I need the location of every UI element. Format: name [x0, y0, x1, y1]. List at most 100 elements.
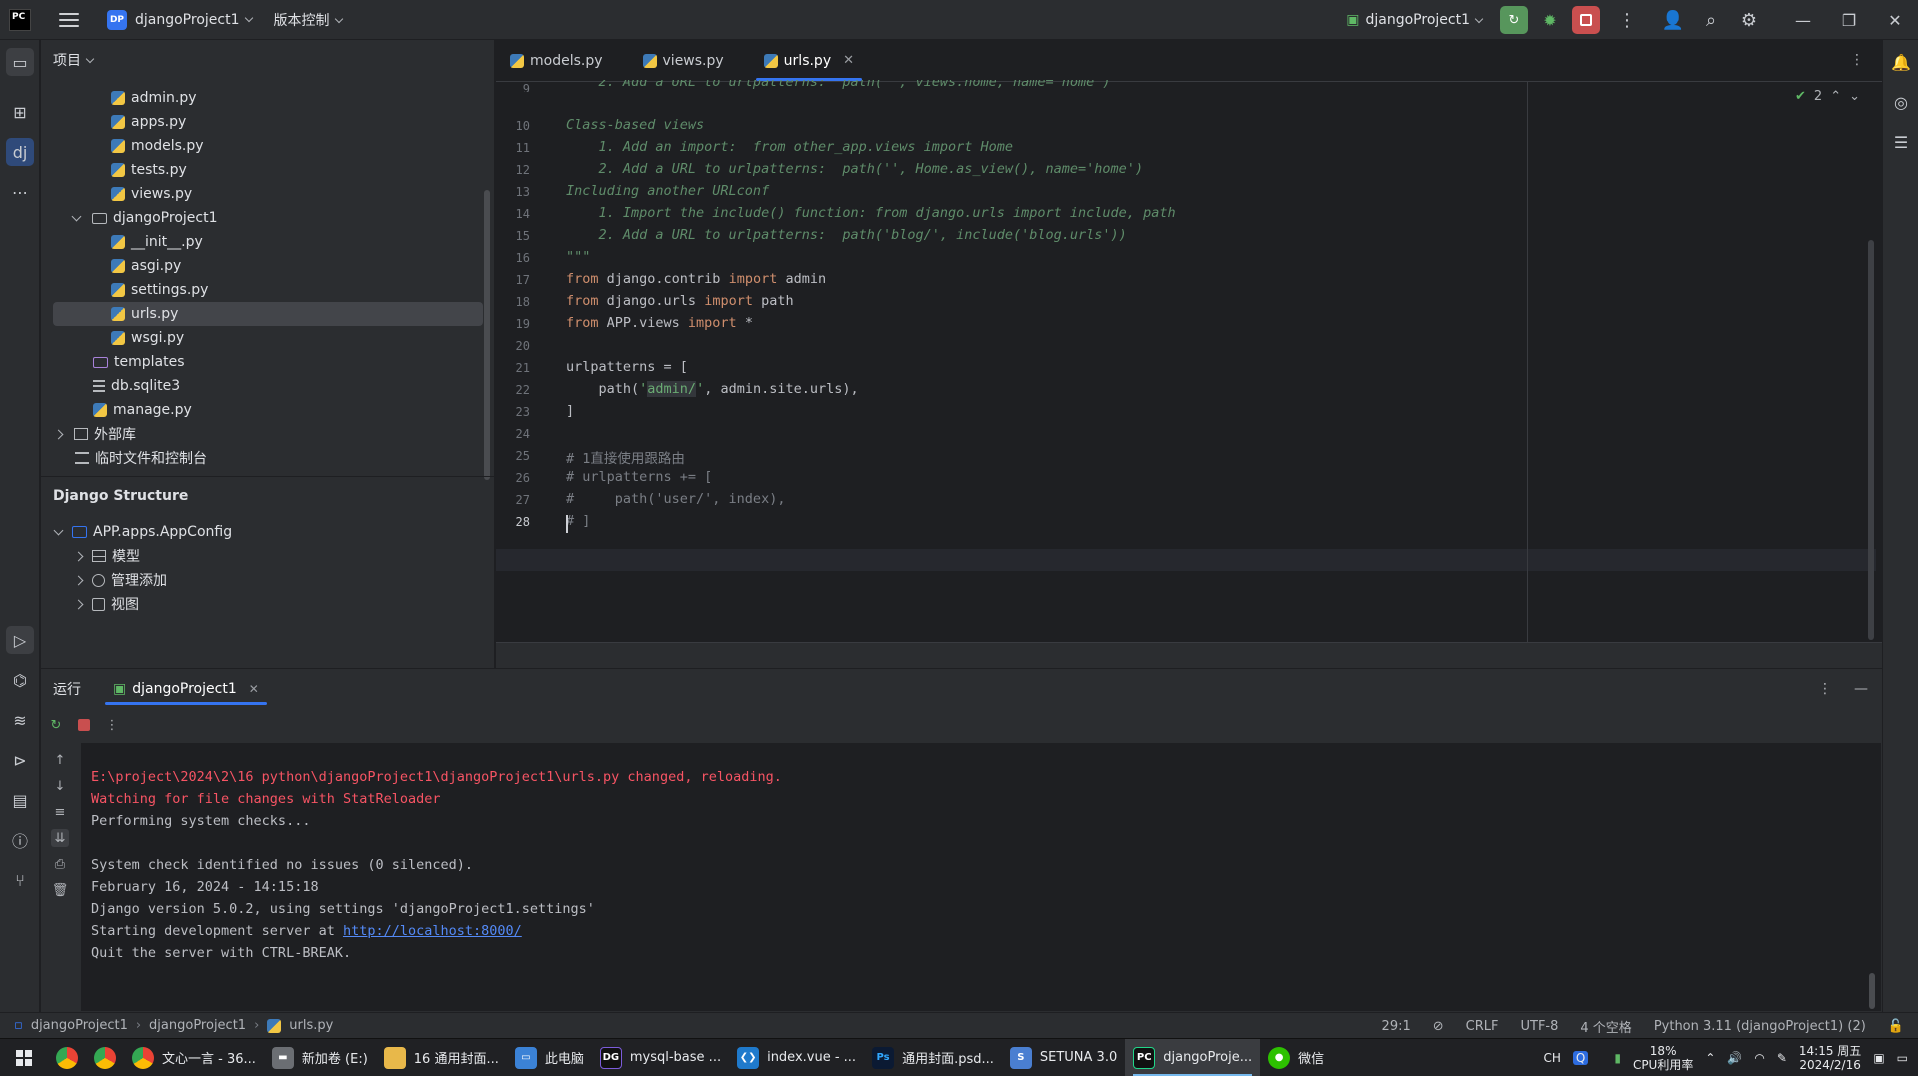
- wifi-icon[interactable]: ◠: [1754, 1051, 1764, 1065]
- cpu-usage[interactable]: 18% CPU利用率: [1633, 1044, 1693, 1072]
- console-scrollbar[interactable]: [1869, 973, 1875, 1009]
- soft-wrap-icon[interactable]: ≡: [51, 803, 69, 821]
- notification-center-icon[interactable]: ▭: [1897, 1051, 1908, 1065]
- tree-scratches[interactable]: 临时文件和控制台: [75, 446, 207, 470]
- inspection-widget[interactable]: ✔ 2 ⌃ ⌄: [1795, 89, 1860, 104]
- tree-file-urls[interactable]: urls.py: [53, 302, 483, 326]
- terminal-icon[interactable]: ▤: [6, 786, 34, 814]
- caret-position[interactable]: 29:1: [1382, 1019, 1411, 1034]
- more-actions-icon[interactable]: ⋮: [103, 716, 121, 734]
- rerun-button[interactable]: ↻: [1500, 6, 1528, 34]
- tree-file-init[interactable]: __init__.py: [111, 230, 203, 254]
- project-selector[interactable]: djangoProject1: [135, 12, 253, 28]
- chevron-up-icon[interactable]: ⌃: [1705, 1051, 1715, 1065]
- run-tool-icon[interactable]: ▷: [6, 626, 34, 654]
- taskbar-item-datagrip[interactable]: DG mysql-base ...: [592, 1039, 729, 1076]
- taskbar-item-vscode[interactable]: ❮❯ index.vue - ...: [729, 1039, 864, 1076]
- taskbar-item-wechat[interactable]: ● 微信: [1260, 1039, 1332, 1076]
- taskbar-item-drive[interactable]: ▬ 新加卷 (E:): [264, 1039, 376, 1076]
- tree-folder-djangoproject1[interactable]: djangoProject1: [71, 206, 218, 230]
- clock[interactable]: 14:15 周五 2024/2/16: [1799, 1044, 1861, 1072]
- print-icon[interactable]: ⎙: [51, 855, 69, 873]
- tree-file-wsgi[interactable]: wsgi.py: [111, 326, 184, 350]
- no-ai-icon[interactable]: ⊘: [1433, 1019, 1444, 1034]
- battery-icon[interactable]: ▮: [1614, 1051, 1621, 1065]
- minimize-panel-icon[interactable]: —: [1854, 681, 1868, 697]
- notifications-icon[interactable]: 🔔: [1887, 48, 1915, 76]
- tree-external-libraries[interactable]: 外部库: [53, 422, 136, 446]
- chevron-down-icon[interactable]: ⌄: [1849, 89, 1860, 104]
- more-options-icon[interactable]: ⋮: [1818, 681, 1832, 697]
- task-view-icon[interactable]: ▣: [1873, 1051, 1884, 1065]
- database-icon[interactable]: ☰: [1887, 128, 1915, 156]
- breadcrumb-item[interactable]: djangoProject1: [149, 1018, 246, 1033]
- django-models-node[interactable]: 模型: [73, 544, 140, 568]
- arrow-down-icon[interactable]: ↓: [51, 777, 69, 795]
- taskbar-item-photoshop[interactable]: Ps 通用封面.psd...: [864, 1039, 1002, 1076]
- tree-folder-templates[interactable]: templates: [93, 350, 185, 374]
- arrow-up-icon[interactable]: ↑: [51, 751, 69, 769]
- python-console-icon[interactable]: ⌬: [6, 666, 34, 694]
- stop-icon[interactable]: [75, 716, 93, 734]
- project-folder-icon[interactable]: ▭: [6, 48, 34, 76]
- structure-icon[interactable]: ⊞: [6, 98, 34, 126]
- django-views-node[interactable]: 视图: [73, 592, 139, 616]
- close-tab-icon[interactable]: ✕: [249, 682, 259, 696]
- main-menu-icon[interactable]: [59, 12, 79, 27]
- minimize-button[interactable]: —: [1780, 0, 1826, 40]
- tree-file-admin[interactable]: admin.py: [111, 86, 197, 110]
- project-panel-header[interactable]: 项目: [41, 40, 494, 80]
- problems-icon[interactable]: ⓘ: [6, 826, 34, 854]
- close-tab-icon[interactable]: ✕: [843, 53, 854, 68]
- trash-icon[interactable]: 🗑: [51, 881, 69, 899]
- django-app-config[interactable]: APP.apps.AppConfig: [53, 520, 232, 544]
- taskbar-item-folder[interactable]: 16 通用封面...: [376, 1039, 507, 1076]
- lock-icon[interactable]: 🔓: [1888, 1019, 1904, 1034]
- indent-setting[interactable]: 4 个空格: [1580, 1017, 1631, 1036]
- tree-file-settings[interactable]: settings.py: [111, 278, 208, 302]
- line-separator[interactable]: CRLF: [1466, 1019, 1499, 1034]
- python-interpreter[interactable]: Python 3.11 (djangoProject1) (2): [1654, 1019, 1866, 1034]
- taskbar-item-chrome-color[interactable]: [48, 1039, 86, 1076]
- django-admin-node[interactable]: 管理添加: [73, 568, 167, 592]
- layers-icon[interactable]: ≋: [6, 706, 34, 734]
- tree-file-models[interactable]: models.py: [111, 134, 204, 158]
- gear-icon[interactable]: ⚙: [1730, 6, 1768, 34]
- tab-urls[interactable]: urls.py ✕: [750, 40, 868, 81]
- add-user-icon[interactable]: 👤: [1654, 6, 1692, 34]
- taskbar-item-setuna[interactable]: S SETUNA 3.0: [1002, 1039, 1125, 1076]
- tabs-more-icon[interactable]: ⋮: [1850, 52, 1864, 68]
- taskbar-item-thispc[interactable]: ▭ 此电脑: [507, 1039, 592, 1076]
- close-window-button[interactable]: ✕: [1872, 0, 1918, 40]
- tree-file-tests[interactable]: tests.py: [111, 158, 187, 182]
- scroll-to-end-icon[interactable]: ⇊: [51, 829, 69, 847]
- vcs-menu[interactable]: 版本控制: [274, 10, 343, 30]
- breadcrumb-item[interactable]: djangoProject1: [31, 1018, 128, 1033]
- tree-file-asgi[interactable]: asgi.py: [111, 254, 181, 278]
- console-output[interactable]: E:\project\2024\2\16 python\djangoProjec…: [81, 743, 1881, 1011]
- input-method-icon[interactable]: Q: [1572, 1051, 1589, 1065]
- ime-indicator[interactable]: CH: [1543, 1051, 1560, 1065]
- debug-button[interactable]: ✹: [1536, 6, 1564, 34]
- editor-scrollbar[interactable]: [1868, 240, 1874, 640]
- project-badge[interactable]: DP: [107, 9, 127, 30]
- start-button[interactable]: [0, 1039, 48, 1076]
- services-icon[interactable]: ⊳: [6, 746, 34, 774]
- search-icon[interactable]: ⌕: [1692, 6, 1730, 34]
- tree-file-apps[interactable]: apps.py: [111, 110, 186, 134]
- pen-icon[interactable]: ✎: [1777, 1051, 1787, 1065]
- run-tab[interactable]: ▣ djangoProject1 ✕: [105, 669, 267, 709]
- tree-file-views[interactable]: views.py: [111, 182, 192, 206]
- ai-assistant-icon[interactable]: ◎: [1887, 88, 1915, 116]
- django-structure-icon[interactable]: dj: [6, 138, 34, 166]
- restore-button[interactable]: ❐: [1826, 0, 1872, 40]
- stop-button[interactable]: [1572, 6, 1600, 34]
- tree-file-manage[interactable]: manage.py: [93, 398, 192, 422]
- chevron-up-icon[interactable]: ⌃: [1830, 89, 1841, 104]
- taskbar-item-pycharm[interactable]: PC djangoProje...: [1125, 1038, 1261, 1076]
- taskbar-item-wenxin[interactable]: 文心一言 - 36...: [124, 1039, 264, 1076]
- taskbar-item-chrome[interactable]: [86, 1039, 124, 1076]
- tab-views[interactable]: views.py: [629, 40, 738, 81]
- tab-models[interactable]: models.py: [496, 40, 617, 81]
- tree-file-db[interactable]: db.sqlite3: [93, 374, 180, 398]
